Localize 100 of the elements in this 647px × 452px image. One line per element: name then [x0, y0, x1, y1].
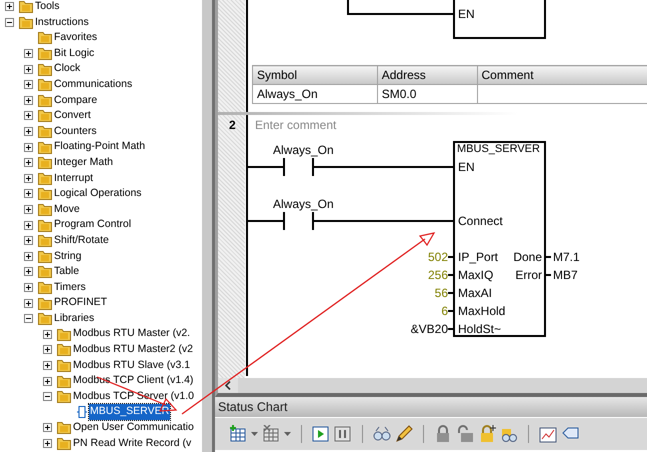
tree-item[interactable]: Convert: [53, 108, 92, 124]
tree-item[interactable]: Table: [53, 264, 80, 280]
panel-title: Status Chart: [215, 397, 647, 417]
tree-item[interactable]: Modbus RTU Slave (v3.1: [72, 358, 192, 374]
panel-splitter[interactable]: [202, 0, 215, 452]
expand-icon[interactable]: [24, 142, 33, 152]
tree-item[interactable]: Favorites: [53, 30, 98, 46]
play-icon[interactable]: [312, 425, 330, 443]
tree-item[interactable]: PN Read Write Record (v: [72, 436, 192, 452]
tree-item[interactable]: String: [53, 248, 82, 264]
table-cell: SM0.0: [377, 84, 478, 104]
block-title: MBUS_SERVER: [457, 142, 540, 156]
scroll-left-icon[interactable]: [225, 381, 231, 390]
chart-icon[interactable]: [539, 425, 557, 443]
contact-symbol: [283, 157, 314, 177]
expand-icon[interactable]: [24, 49, 33, 58]
folder-icon: [57, 374, 71, 388]
folder-icon: [19, 0, 33, 14]
tree-item[interactable]: Bit Logic: [53, 46, 96, 62]
tree-item[interactable]: Modbus RTU Master2 (v2: [72, 342, 194, 358]
folder-icon: [38, 234, 52, 248]
folder-icon: [57, 343, 71, 356]
collapse-icon[interactable]: [24, 314, 33, 324]
lock-icon[interactable]: [434, 425, 452, 443]
glasses-icon[interactable]: [373, 425, 391, 443]
folder-icon: [19, 16, 33, 29]
tree-item[interactable]: MBUS_SERVER: [89, 404, 170, 420]
pencil-icon[interactable]: [395, 425, 413, 443]
expand-icon[interactable]: [24, 236, 33, 246]
tree-item[interactable]: Integer Math: [53, 154, 114, 171]
expand-icon[interactable]: [24, 252, 33, 261]
folder-icon: [57, 328, 71, 341]
expand-icon[interactable]: [24, 111, 33, 120]
pin-label: MaxAI: [458, 286, 492, 300]
pin-tick: [545, 274, 551, 276]
expand-icon[interactable]: [24, 158, 33, 168]
pin-label: IP_Port: [458, 250, 498, 264]
tree-item[interactable]: Tools: [34, 0, 61, 15]
table-delete-icon[interactable]: [262, 425, 280, 443]
contact-label: Always_On: [273, 197, 334, 211]
expand-icon[interactable]: [24, 282, 33, 292]
tree-item[interactable]: PROFINET: [53, 295, 108, 311]
folder-icon: [38, 187, 52, 200]
caret-icon[interactable]: [284, 432, 291, 436]
folder-icon: [57, 436, 71, 450]
tree-item[interactable]: Interrupt: [53, 170, 94, 186]
folder-icon: [38, 218, 52, 232]
expand-icon[interactable]: [43, 376, 52, 386]
column-header: Comment: [477, 66, 647, 84]
pin-tick: [448, 310, 454, 312]
collapse-icon[interactable]: [5, 18, 14, 27]
collapse-icon[interactable]: [43, 392, 52, 402]
tree-item[interactable]: Logical Operations: [53, 186, 143, 202]
tree-item[interactable]: Shift/Rotate: [53, 232, 110, 248]
expand-icon[interactable]: [24, 205, 33, 214]
expand-icon[interactable]: [24, 174, 33, 183]
lock-add-icon[interactable]: [478, 425, 496, 443]
folder-icon: [38, 140, 52, 154]
tree-item[interactable]: Move: [53, 202, 81, 218]
expand-icon[interactable]: [24, 189, 33, 198]
expand-icon[interactable]: [5, 2, 14, 12]
tree-item[interactable]: Floating-Point Math: [53, 139, 146, 155]
folder-icon: [38, 172, 52, 185]
pause-icon[interactable]: [334, 425, 352, 443]
expand-icon[interactable]: [43, 360, 52, 370]
expand-icon[interactable]: [43, 345, 52, 354]
tree-item[interactable]: Compare: [53, 92, 98, 108]
tree-item[interactable]: Counters: [53, 124, 98, 140]
comment-field[interactable]: Enter comment: [255, 118, 336, 132]
expand-icon[interactable]: [43, 423, 52, 432]
tree-item[interactable]: Communications: [53, 76, 134, 93]
expand-icon[interactable]: [24, 267, 33, 276]
expand-icon[interactable]: [24, 80, 33, 90]
contact-symbol: [283, 211, 314, 231]
pin-label: MaxHold: [458, 304, 506, 318]
operand-value: &VB20: [410, 322, 448, 336]
folder-icon: [38, 94, 52, 107]
caret-icon[interactable]: [251, 432, 258, 436]
operand-value: MB7: [553, 268, 578, 282]
block-icon: [76, 405, 88, 420]
table-add-icon[interactable]: [229, 425, 247, 443]
pin-tick: [448, 328, 454, 330]
tree-item[interactable]: Instructions: [34, 14, 90, 30]
tree-item[interactable]: Modbus RTU Master (v2.: [72, 326, 192, 342]
tree-item[interactable]: Program Control: [53, 217, 132, 233]
folder-icon: [38, 250, 52, 263]
expand-icon[interactable]: [24, 298, 33, 308]
folder-icon: [38, 78, 52, 92]
tree-item[interactable]: Open User Communicatio: [72, 420, 195, 436]
tree-item[interactable]: Clock: [53, 61, 82, 77]
horizontal-scrollbar[interactable]: [215, 378, 647, 397]
wire: [248, 166, 284, 168]
expand-icon[interactable]: [24, 64, 33, 74]
expand-icon[interactable]: [43, 330, 52, 339]
expand-icon[interactable]: [43, 438, 52, 448]
expand-icon[interactable]: [24, 220, 33, 230]
tree-item[interactable]: Libraries: [53, 310, 96, 326]
tree-item[interactable]: Timers: [53, 280, 87, 296]
expand-icon[interactable]: [24, 127, 33, 136]
expand-icon[interactable]: [24, 96, 33, 105]
